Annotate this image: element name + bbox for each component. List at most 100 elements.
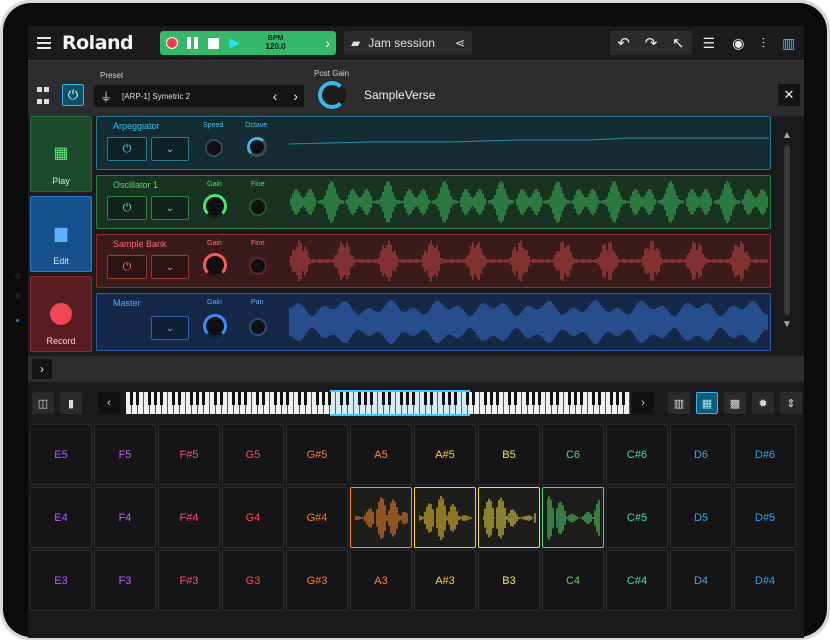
scroll-up-icon[interactable]: ▲	[780, 130, 794, 141]
note-pad[interactable]: G3	[222, 550, 284, 611]
note-pad[interactable]: E5	[30, 424, 92, 485]
note-pad[interactable]: A5	[350, 424, 412, 485]
note-pad[interactable]	[542, 487, 604, 548]
eye-icon[interactable]: ◉	[732, 35, 744, 52]
note-pad[interactable]: B3	[478, 550, 540, 611]
note-pad[interactable]: E3	[30, 550, 92, 611]
expand-button[interactable]: ›	[32, 359, 52, 379]
mode-edit[interactable]: ▆ Edit	[30, 196, 92, 272]
note-pad[interactable]: G#5	[286, 424, 348, 485]
redo-icon[interactable]: ↷	[645, 34, 658, 52]
resize-icon[interactable]: ⇕	[780, 392, 802, 414]
track-dropdown-button[interactable]: ⌄	[151, 255, 189, 279]
split-icon[interactable]: ◫	[32, 392, 54, 414]
track-sample-bank[interactable]: Sample Bank ⏻ ⌄ Gain Fine	[96, 234, 771, 288]
track-power-button[interactable]: ⏻	[107, 255, 147, 279]
close-button[interactable]: ✕	[778, 84, 800, 106]
gain-knob[interactable]	[203, 314, 227, 338]
play-icon[interactable]: •▶	[228, 35, 239, 51]
pads-view-icon[interactable]: ▦	[696, 392, 718, 414]
bpm-display[interactable]: BPM 120.0	[246, 35, 306, 51]
grid-icon[interactable]	[32, 84, 54, 106]
note-pad[interactable]: D#5	[734, 487, 796, 548]
stop-button[interactable]	[208, 37, 219, 49]
note-pad[interactable]	[350, 487, 412, 548]
edit-tools: ↶ ↷ ↖	[610, 31, 692, 55]
pause-button[interactable]	[187, 37, 199, 49]
fine-knob[interactable]	[249, 198, 267, 216]
keyboard-right-button[interactable]: ›	[632, 392, 654, 414]
note-pad[interactable]	[478, 487, 540, 548]
note-pad[interactable]: F4	[94, 487, 156, 548]
preset-next-button[interactable]: ›	[293, 88, 298, 104]
note-pad[interactable]: C#4	[606, 550, 668, 611]
track-oscillator[interactable]: Oscillator 1 ⏻ ⌄ Gain Fine	[96, 175, 771, 229]
instrument-name: SampleVerse	[364, 88, 436, 102]
speed-knob[interactable]	[205, 139, 223, 157]
pad-grid: E5 F5 F#5 G5 G#5 A5 A#5 B5 C6 C#6 D6 D#6 E4 F4 F#4 G4 G#…	[30, 424, 802, 614]
track-dropdown-button[interactable]: ⌄	[151, 196, 189, 220]
note-pad[interactable]: D#4	[734, 550, 796, 611]
note-pad[interactable]: G5	[222, 424, 284, 485]
preset-prev-button[interactable]: ‹	[273, 88, 278, 104]
track-arpeggiator[interactable]: Arpeggiator ⏻ ⌄ Speed Octave	[96, 116, 771, 170]
note-pad[interactable]: F5	[94, 424, 156, 485]
note-pad[interactable]: C6	[542, 424, 604, 485]
note-pad[interactable]: G#4	[286, 487, 348, 548]
record-button[interactable]	[166, 37, 178, 49]
note-pad[interactable]: C#6	[606, 424, 668, 485]
mixer-icon[interactable]: ⫶	[762, 35, 766, 52]
track-power-button[interactable]: ⏻	[107, 196, 147, 220]
gain-knob[interactable]	[203, 253, 227, 277]
pan-knob[interactable]	[249, 318, 267, 336]
note-pad[interactable]: A#3	[414, 550, 476, 611]
pad-note-label: G#3	[306, 574, 328, 587]
settings-icon[interactable]: ✹	[752, 392, 774, 414]
note-pad[interactable]: E4	[30, 487, 92, 548]
mode-play[interactable]: ▦ Play	[30, 116, 92, 192]
note-pad[interactable]: C4	[542, 550, 604, 611]
note-pad[interactable]	[414, 487, 476, 548]
note-pad[interactable]: G#3	[286, 550, 348, 611]
chevron-right-icon[interactable]: ›	[325, 35, 330, 51]
session-selector[interactable]: ▰ Jam session ⋖	[344, 31, 472, 55]
preset-selector[interactable]: ⏚ [ARP-1] Symetric 2 ‹ ›	[94, 85, 304, 107]
cursor-icon[interactable]: ↖	[672, 34, 685, 52]
note-pad[interactable]: G4	[222, 487, 284, 548]
scroll-down-icon[interactable]: ▼	[780, 319, 794, 330]
fine-knob[interactable]	[249, 257, 267, 275]
track-dropdown-button[interactable]: ⌄	[151, 137, 189, 161]
gain-knob[interactable]	[203, 194, 227, 218]
track-dropdown-button[interactable]: ⌄	[151, 316, 189, 340]
note-pad[interactable]: F#4	[158, 487, 220, 548]
note-pad[interactable]: D5	[670, 487, 732, 548]
track-master[interactable]: Master ⌄ Gain Pan	[96, 293, 771, 351]
piano-view-icon[interactable]: ▥	[668, 392, 690, 414]
note-pad[interactable]: B5	[478, 424, 540, 485]
post-gain-knob[interactable]	[318, 81, 346, 109]
octave-knob[interactable]	[247, 137, 267, 157]
note-pad[interactable]: D4	[670, 550, 732, 611]
piano-icon[interactable]: ▥	[782, 35, 795, 52]
note-pad[interactable]: A3	[350, 550, 412, 611]
note-pad[interactable]: D6	[670, 424, 732, 485]
note-pad[interactable]: F#5	[158, 424, 220, 485]
menu-button[interactable]	[34, 31, 54, 55]
note-pad[interactable]: F#3	[158, 550, 220, 611]
scroll-thumb[interactable]	[784, 145, 790, 315]
track-power-button[interactable]: ⏻	[107, 137, 147, 161]
note-pad[interactable]: F3	[94, 550, 156, 611]
power-button[interactable]: ⏻	[62, 84, 84, 106]
note-pad[interactable]: D#6	[734, 424, 796, 485]
note-pad[interactable]: A#5	[414, 424, 476, 485]
grid-view-icon[interactable]: ▩	[724, 392, 746, 414]
mode-edit-label: Edit	[53, 256, 69, 266]
undo-icon[interactable]: ↶	[617, 34, 630, 52]
phone-icon[interactable]: ▮	[60, 392, 82, 414]
track-scrollbar[interactable]: ▲ ▼	[780, 130, 794, 336]
keyboard-left-button[interactable]: ‹	[98, 392, 120, 414]
tracks-icon[interactable]: ☰	[703, 35, 716, 52]
share-icon[interactable]: ⋖	[455, 36, 465, 50]
note-pad[interactable]: C#5	[606, 487, 668, 548]
mode-record[interactable]: Record	[30, 276, 92, 352]
